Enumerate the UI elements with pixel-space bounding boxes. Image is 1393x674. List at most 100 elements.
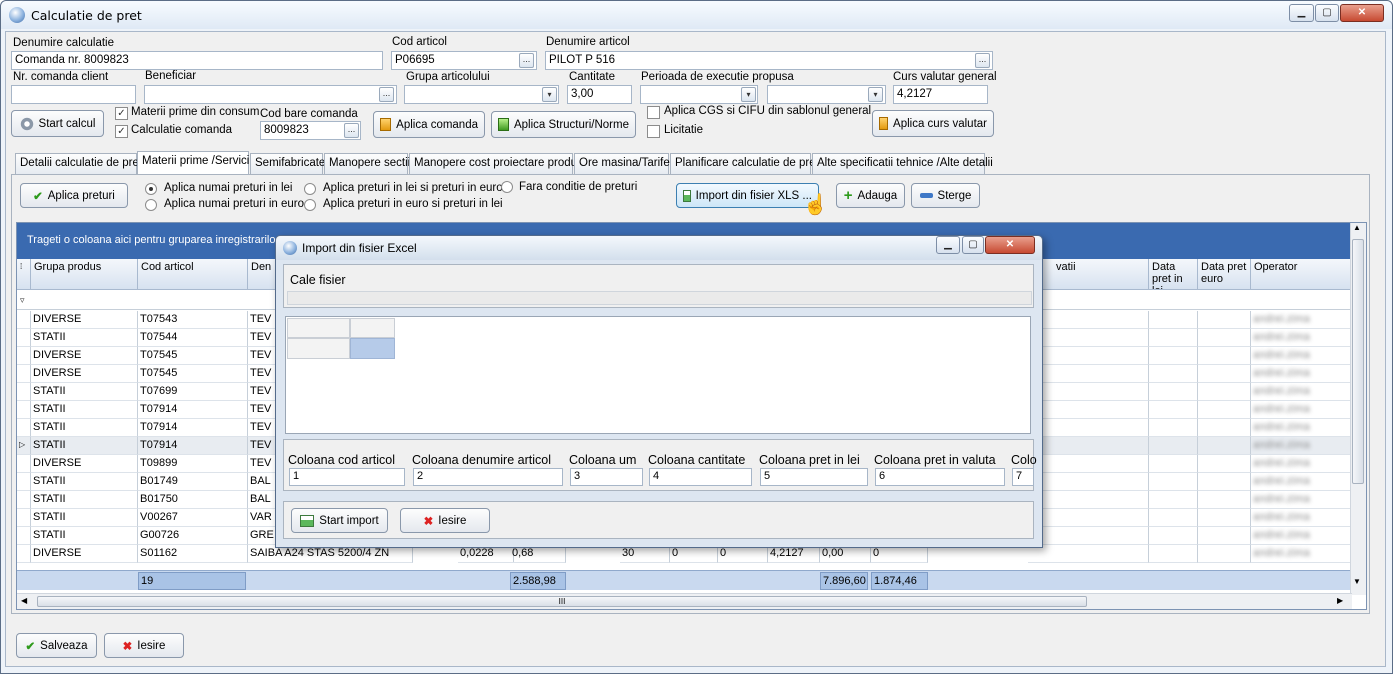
scroll-up-arrow[interactable]: ▲ (1353, 223, 1361, 232)
salveaza-label: Salveaza (40, 639, 88, 652)
row-indicator-header[interactable]: ⁞ (17, 259, 31, 290)
column-mapping-label: Coloana pret in lei (759, 453, 860, 467)
column-mapping-field[interactable]: 3 (570, 468, 643, 486)
cell-data-lei (1149, 401, 1198, 419)
cell-vatii (1028, 455, 1149, 473)
cell-operator: andrei.zima (1251, 347, 1352, 365)
dialog-buttons-panel: Start import ✖ Iesire (283, 501, 1034, 539)
column-mapping-label: Colo (1011, 453, 1037, 467)
denumire-articol-field[interactable]: PILOT P 516 (545, 51, 993, 70)
cod-articol-ellipsis-button[interactable]: ... (519, 53, 534, 68)
horizontal-scrollbar[interactable]: ◀ III ▶ (17, 593, 1352, 609)
tab-alte-specificatii[interactable]: Alte specificatii tehnice /Alte detalii (812, 153, 993, 174)
aplica-curs-button[interactable]: Aplica curs valutar (872, 110, 994, 137)
vertical-scrollbar[interactable]: ▲ ▼ (1350, 223, 1366, 595)
column-mapping-field[interactable]: 7 (1012, 468, 1034, 486)
tab-ore-masina[interactable]: Ore masina/Tarife (574, 153, 670, 174)
cell-grupa: STATII (31, 473, 138, 491)
adauga-button[interactable]: + Adauga (836, 183, 905, 208)
perioada-start-dropdown-arrow[interactable]: ▾ (741, 87, 756, 102)
column-mapping-field[interactable]: 2 (413, 468, 563, 486)
dialog-minimize-button[interactable]: ▁ (936, 236, 960, 254)
close-button[interactable]: ✕ (1340, 4, 1384, 22)
cell-data-lei (1149, 455, 1198, 473)
tab-detalii[interactable]: Detalii calculatie de pret (15, 153, 142, 174)
aplica-structuri-button[interactable]: Aplica Structuri/Norme (491, 111, 636, 138)
dialog-close-button[interactable]: ✕ (985, 236, 1035, 254)
tab-manopere-sectii[interactable]: Manopere sectii (324, 153, 410, 174)
scroll-left-arrow[interactable]: ◀ (21, 596, 27, 605)
cantitate-field[interactable]: 3,00 (567, 85, 632, 104)
cell-data-lei (1149, 509, 1198, 527)
radio-euro-lei[interactable] (304, 199, 316, 211)
aplica-cgs-checkbox[interactable] (647, 106, 660, 119)
vertical-scroll-thumb[interactable] (1352, 239, 1364, 484)
dialog-maximize-button[interactable]: ▢ (962, 236, 984, 254)
tab-semifabricate[interactable]: Semifabricate (250, 153, 325, 174)
cell-cod: G00726 (138, 527, 248, 545)
tab-planificare[interactable]: Planificare calculatie de pret (670, 153, 819, 174)
calculatie-comanda-checkbox[interactable]: ✓ (115, 125, 128, 138)
window-title: Calculatie de pret (31, 8, 142, 23)
radio-numai-euro[interactable] (145, 199, 157, 211)
cod-bare-ellipsis-button[interactable]: ... (344, 123, 359, 138)
import-xls-label: Import din fisier XLS ... (695, 189, 812, 202)
grupa-select[interactable] (404, 85, 559, 104)
cell-data-lei (1149, 545, 1198, 563)
dialog-iesire-label: Iesire (438, 514, 467, 527)
cell-operator: andrei.zima (1251, 329, 1352, 347)
cale-fisier-field[interactable] (287, 291, 1032, 305)
dialog-title-bar[interactable]: Import din fisier Excel ▁ ▢ ✕ (276, 236, 1042, 260)
materii-prime-checkbox[interactable]: ✓ (115, 107, 128, 120)
header-grupa-produs[interactable]: Grupa produs (31, 259, 138, 290)
licitatie-checkbox[interactable] (647, 125, 660, 138)
sterge-label: Sterge (937, 189, 972, 202)
dialog-app-icon (283, 241, 297, 255)
x-icon: ✖ (423, 515, 434, 528)
header-cod-articol[interactable]: Cod articol (138, 259, 248, 290)
nr-comanda-field[interactable] (11, 85, 136, 104)
excel-preview-grid[interactable] (285, 316, 1031, 434)
cale-fisier-label: Cale fisier (290, 273, 346, 287)
import-xls-button[interactable]: Import din fisier XLS ... (676, 183, 819, 208)
sterge-button[interactable]: Sterge (911, 183, 980, 208)
tab-materii-prime[interactable]: Materii prime /Servicii (137, 151, 252, 175)
dialog-iesire-button[interactable]: ✖ Iesire (400, 508, 490, 533)
title-bar[interactable]: Calculatie de pret ▁ ▢ ✕ (1, 1, 1392, 29)
scroll-right-arrow[interactable]: ▶ (1337, 596, 1343, 605)
perioada-end-dropdown-arrow[interactable]: ▾ (868, 87, 883, 102)
aplica-comanda-button[interactable]: Aplica comanda (373, 111, 485, 138)
start-import-button[interactable]: Start import (291, 508, 388, 533)
beneficiar-field[interactable] (144, 85, 397, 104)
radio-numai-lei[interactable] (145, 183, 157, 195)
column-mapping-field[interactable]: 6 (875, 468, 1005, 486)
column-mapping-label: Coloana cod articol (288, 453, 396, 467)
cod-articol-field[interactable]: P06695 (391, 51, 537, 70)
grupa-dropdown-arrow[interactable]: ▾ (542, 87, 557, 102)
column-mapping-field[interactable]: 4 (649, 468, 752, 486)
aplica-preturi-button[interactable]: ✔ Aplica preturi (20, 183, 128, 208)
header-operator[interactable]: Operator (1251, 259, 1352, 290)
header-data-pret-euro[interactable]: Data pret euro (1198, 259, 1251, 290)
start-calcul-button[interactable]: Start calcul (11, 110, 104, 137)
salveaza-button[interactable]: ✔ Salveaza (16, 633, 97, 658)
tab-manopere-cost[interactable]: Manopere cost proiectare produs (409, 153, 583, 174)
iesire-button[interactable]: ✖ Iesire (104, 633, 184, 658)
horizontal-scroll-thumb[interactable]: III (37, 596, 1087, 607)
column-mapping-field[interactable]: 5 (760, 468, 868, 486)
column-mapping-field[interactable]: 1 (289, 468, 405, 486)
radio-lei-euro[interactable] (304, 183, 316, 195)
cell-data-euro (1198, 401, 1251, 419)
scroll-down-arrow[interactable]: ▼ (1353, 577, 1361, 586)
cell-operator: andrei.zima (1251, 509, 1352, 527)
beneficiar-ellipsis-button[interactable]: ... (379, 87, 394, 102)
maximize-button[interactable]: ▢ (1315, 4, 1339, 22)
header-vatii[interactable]: vatii (1028, 259, 1149, 290)
radio-fara-conditie[interactable] (501, 181, 513, 193)
header-data-pret-lei[interactable]: Data pret in lei (1149, 259, 1198, 290)
minimize-button[interactable]: ▁ (1289, 4, 1314, 22)
denumire-articol-ellipsis-button[interactable]: ... (975, 53, 990, 68)
aplica-cgs-label: Aplica CGS si CIFU din sablonul general (664, 105, 872, 117)
denumire-calculatie-field[interactable]: Comanda nr. 8009823 (11, 51, 383, 70)
curs-field[interactable]: 4,2127 (893, 85, 988, 104)
